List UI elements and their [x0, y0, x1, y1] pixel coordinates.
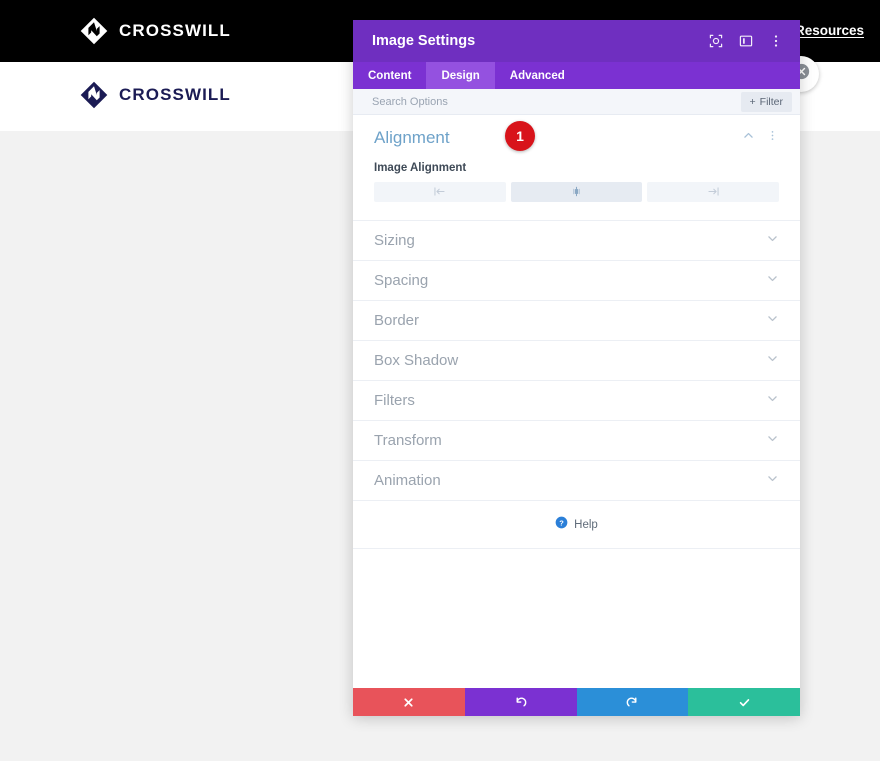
nav-link-resources[interactable]: Resources: [795, 23, 864, 38]
undo-arrow-icon: [514, 696, 527, 709]
align-left-icon: [433, 185, 446, 200]
image-alignment-label: Image Alignment: [374, 162, 779, 174]
annotation-marker-1: 1: [505, 121, 535, 151]
redo-arrow-icon: [626, 696, 639, 709]
section-alignment-title: Alignment: [374, 128, 742, 148]
align-center-icon: [570, 185, 583, 200]
section-transform-label: Transform: [374, 432, 766, 449]
crosswill-diamond-logo-icon: [80, 81, 108, 109]
undo-button[interactable]: [465, 688, 577, 716]
save-button[interactable]: [688, 688, 800, 716]
check-icon: [738, 696, 751, 709]
section-animation-label: Animation: [374, 472, 766, 489]
chevron-down-icon: [766, 352, 779, 370]
section-transform[interactable]: Transform: [353, 421, 800, 461]
section-spacing[interactable]: Spacing: [353, 261, 800, 301]
help-circle-icon: ?: [555, 516, 568, 534]
modal-titlebar-actions: [708, 33, 784, 49]
modal-action-bar: [353, 688, 800, 716]
image-settings-modal: Image Settings: [353, 20, 800, 716]
section-alignment-header-actions: [742, 129, 779, 147]
brand-name: CROSSWILL: [119, 85, 231, 105]
align-left-button[interactable]: [374, 182, 506, 202]
section-spacing-label: Spacing: [374, 272, 766, 289]
chevron-down-icon: [766, 312, 779, 330]
chevron-down-icon: [766, 392, 779, 410]
align-right-button[interactable]: [647, 182, 779, 202]
search-options-row: + Filter: [353, 89, 800, 115]
section-animation[interactable]: Animation: [353, 461, 800, 501]
site-logo-secondary[interactable]: CROSSWILL: [80, 81, 231, 109]
split-view-icon[interactable]: [738, 33, 754, 49]
search-options-input[interactable]: [372, 96, 741, 108]
plus-icon: +: [750, 96, 756, 108]
section-border[interactable]: Border: [353, 301, 800, 341]
image-alignment-button-group: [374, 182, 779, 202]
close-x-icon: [402, 696, 415, 709]
more-vertical-icon[interactable]: [766, 129, 779, 147]
tab-advanced[interactable]: Advanced: [495, 62, 580, 89]
modal-options-scroll[interactable]: Alignment Im: [353, 115, 800, 688]
section-filters-label: Filters: [374, 392, 766, 409]
chevron-down-icon: [766, 232, 779, 250]
cancel-button[interactable]: [353, 688, 465, 716]
section-alignment-header[interactable]: Alignment: [374, 128, 779, 148]
align-right-icon: [707, 185, 720, 200]
section-border-label: Border: [374, 312, 766, 329]
section-sizing-label: Sizing: [374, 232, 766, 249]
section-sizing[interactable]: Sizing: [353, 221, 800, 261]
more-vertical-icon[interactable]: [768, 33, 784, 49]
section-box-shadow[interactable]: Box Shadow: [353, 341, 800, 381]
tab-design[interactable]: Design: [426, 62, 494, 89]
chevron-down-icon: [766, 472, 779, 490]
focus-target-icon[interactable]: [708, 33, 724, 49]
site-logo-header[interactable]: CROSSWILL: [80, 17, 231, 45]
chevron-down-icon: [766, 432, 779, 450]
filter-button-label: Filter: [760, 96, 783, 108]
align-center-button[interactable]: [511, 182, 643, 202]
tab-content[interactable]: Content: [353, 62, 426, 89]
filter-button[interactable]: + Filter: [741, 92, 792, 112]
modal-title: Image Settings: [372, 33, 708, 49]
modal-tabs: Content Design Advanced: [353, 62, 800, 89]
section-box-shadow-label: Box Shadow: [374, 352, 766, 369]
chevron-down-icon: [766, 272, 779, 290]
chevron-up-icon[interactable]: [742, 129, 755, 147]
crosswill-diamond-logo-icon: [80, 17, 108, 45]
redo-button[interactable]: [577, 688, 689, 716]
help-label: Help: [574, 519, 598, 531]
svg-text:?: ?: [559, 518, 564, 527]
modal-titlebar: Image Settings: [353, 20, 800, 62]
section-filters[interactable]: Filters: [353, 381, 800, 421]
help-row[interactable]: ? Help: [353, 501, 800, 549]
section-alignment: Alignment Im: [353, 115, 800, 221]
brand-name: CROSSWILL: [119, 21, 231, 41]
